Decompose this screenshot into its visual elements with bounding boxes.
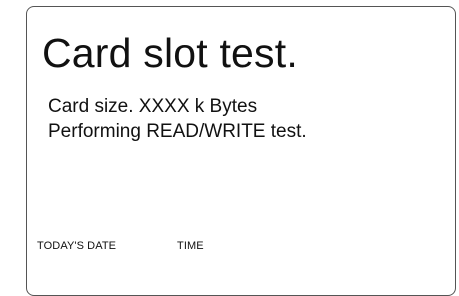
screen-title: Card slot test. <box>42 30 298 76</box>
test-status-text: Performing READ/WRITE test. <box>48 121 307 142</box>
time-label: TIME <box>177 240 204 252</box>
date-label: TODAY'S DATE <box>37 240 117 252</box>
card-size-text: Card size. XXXX k Bytes <box>48 96 258 117</box>
display-screen: Card slot test. Card size. XXXX k Bytes … <box>26 6 456 296</box>
